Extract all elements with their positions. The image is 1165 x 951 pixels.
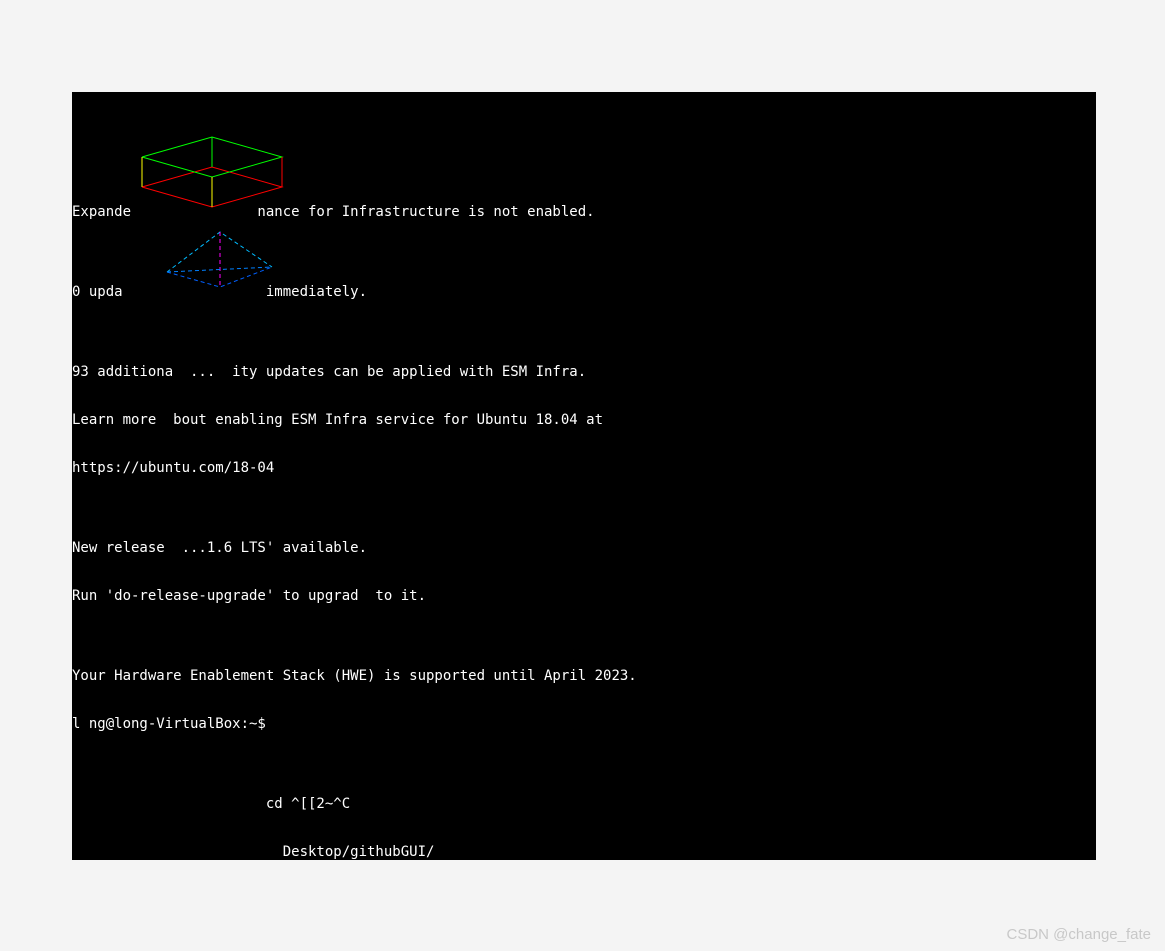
cube-top-edge bbox=[142, 137, 282, 177]
cube-bottom-edge bbox=[142, 167, 282, 207]
motd-line: https://ubuntu.com/18-04 bbox=[72, 460, 1096, 476]
completion-line: Desktop/githubGUI/ bbox=[72, 844, 1096, 860]
motd-line: Learn more bout enabling ESM Infra servi… bbox=[72, 412, 1096, 428]
pyramid-base-edge bbox=[167, 267, 272, 272]
motd-line: New release ...1.6 LTS' available. bbox=[72, 540, 1096, 556]
cmd-line: cd ^[[2~^C bbox=[72, 796, 1096, 812]
motd-line: 0 upda immediately. bbox=[72, 284, 1096, 300]
motd-line: Run 'do-release-upgrade' to upgrad to it… bbox=[72, 588, 1096, 604]
terminal-viewport[interactable]: Expande nance for Infrastructure is not … bbox=[72, 124, 1096, 860]
csdn-watermark: CSDN @change_fate bbox=[1007, 927, 1151, 943]
prompt-line[interactable]: l ng@long-VirtualBox:~$ bbox=[72, 716, 1096, 732]
motd-line: Expande nance for Infrastructure is not … bbox=[72, 204, 1096, 220]
motd-line: Your Hardware Enablement Stack (HWE) is … bbox=[72, 668, 1096, 684]
terminal-window[interactable]: Expande nance for Infrastructure is not … bbox=[72, 92, 1096, 860]
pyramid-front-edge bbox=[167, 232, 272, 272]
motd-line: 93 additiona ... ity updates can be appl… bbox=[72, 364, 1096, 380]
